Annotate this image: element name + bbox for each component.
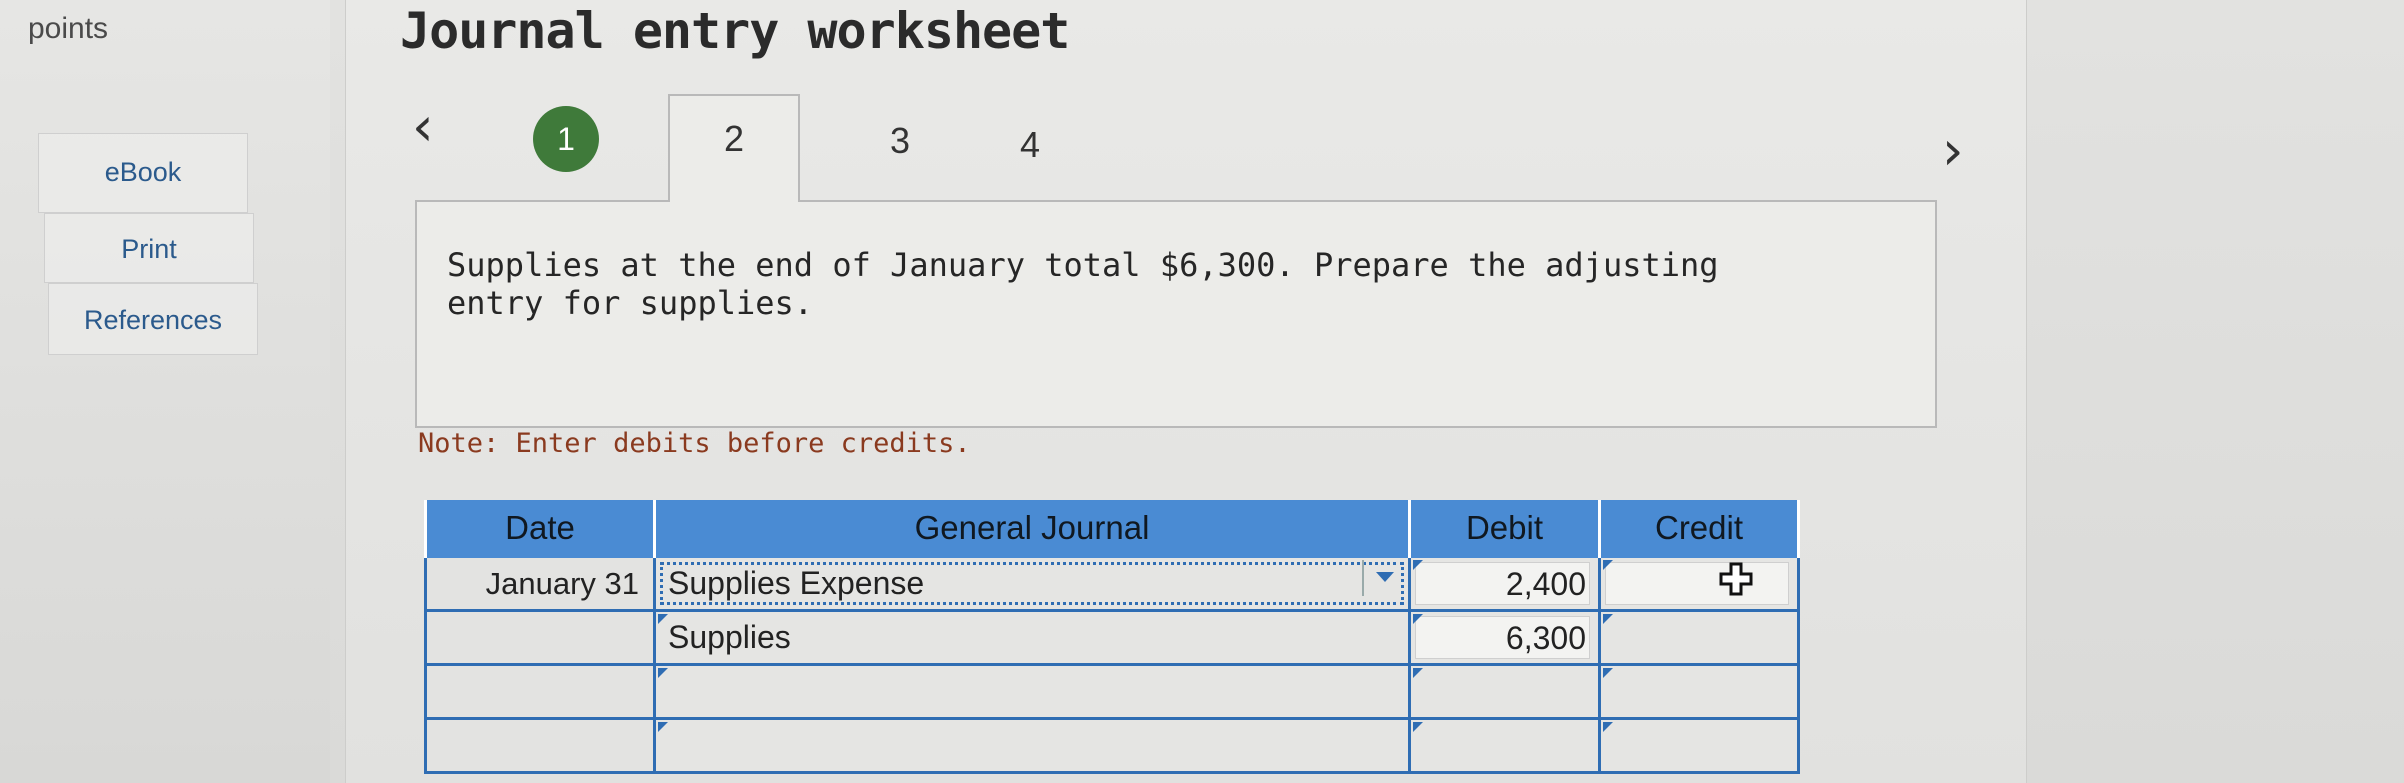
table-row	[424, 666, 1800, 720]
step-3-tab[interactable]: 3	[890, 120, 910, 162]
cell-marker-icon	[1413, 614, 1423, 624]
cell-marker-icon	[658, 614, 668, 624]
date-cell[interactable]	[424, 612, 656, 666]
table-row	[424, 720, 1800, 774]
cell-marker-icon	[658, 668, 668, 678]
account-select[interactable]	[656, 666, 1411, 720]
debit-value: 2,400	[1505, 566, 1586, 602]
references-button[interactable]: References	[48, 283, 258, 355]
step-1-completed[interactable]: 1	[533, 106, 599, 172]
left-sidebar: points eBook Print References	[0, 0, 330, 783]
cell-marker-icon	[1603, 668, 1613, 678]
date-value: January 31	[485, 566, 639, 601]
table-row: Supplies 6,300	[424, 612, 1800, 666]
date-cell[interactable]	[424, 720, 656, 774]
cell-marker-icon	[658, 722, 668, 732]
cell-marker-icon	[1603, 614, 1613, 624]
cursor-plus-icon	[1719, 562, 1753, 596]
journal-header-row: Date General Journal Debit Credit	[424, 500, 1800, 558]
account-select[interactable]: Supplies	[656, 612, 1411, 666]
column-header-date: Date	[424, 500, 656, 558]
credit-input-box	[1605, 562, 1789, 605]
cell-marker-icon	[1413, 560, 1423, 570]
date-cell[interactable]	[424, 666, 656, 720]
chevron-down-icon[interactable]	[1362, 560, 1406, 596]
chevron-right-icon[interactable]: ›	[1942, 124, 1964, 178]
credit-input[interactable]	[1601, 612, 1800, 666]
cell-marker-icon	[1603, 560, 1613, 570]
ebook-button[interactable]: eBook	[38, 133, 248, 213]
account-value: Supplies	[668, 619, 791, 655]
column-header-general-journal: General Journal	[656, 500, 1411, 558]
debit-value: 6,300	[1505, 620, 1586, 656]
debit-input[interactable]	[1411, 666, 1601, 720]
account-value: Supplies Expense	[668, 565, 925, 601]
cell-marker-icon	[1413, 668, 1423, 678]
account-select[interactable]: Supplies Expense	[656, 558, 1411, 612]
account-select[interactable]	[656, 720, 1411, 774]
credit-input[interactable]	[1601, 666, 1800, 720]
question-box: Supplies at the end of January total $6,…	[415, 200, 1937, 428]
question-text: Supplies at the end of January total $6,…	[447, 246, 1719, 322]
note-text: Note: Enter debits before credits.	[418, 428, 971, 459]
cell-marker-icon	[1603, 722, 1613, 732]
table-row: January 31 Supplies Expense 2,400	[424, 558, 1800, 612]
column-header-credit: Credit	[1601, 500, 1800, 558]
column-header-debit: Debit	[1411, 500, 1601, 558]
debit-input[interactable]: 2,400	[1411, 558, 1601, 612]
journal-table: Date General Journal Debit Credit Januar…	[424, 500, 1800, 774]
step-2-tab-active[interactable]: 2	[668, 94, 800, 202]
credit-input[interactable]	[1601, 558, 1800, 612]
chevron-left-icon[interactable]: ‹	[412, 100, 434, 154]
debit-input[interactable]: 6,300	[1411, 612, 1601, 666]
debit-input[interactable]	[1411, 720, 1601, 774]
page-title: Journal entry worksheet	[400, 2, 1070, 60]
credit-input[interactable]	[1601, 720, 1800, 774]
points-label: points	[28, 12, 109, 45]
date-cell[interactable]: January 31	[424, 558, 656, 612]
cell-marker-icon	[1413, 722, 1423, 732]
step-4-tab[interactable]: 4	[1020, 124, 1040, 166]
print-button[interactable]: Print	[44, 213, 254, 283]
